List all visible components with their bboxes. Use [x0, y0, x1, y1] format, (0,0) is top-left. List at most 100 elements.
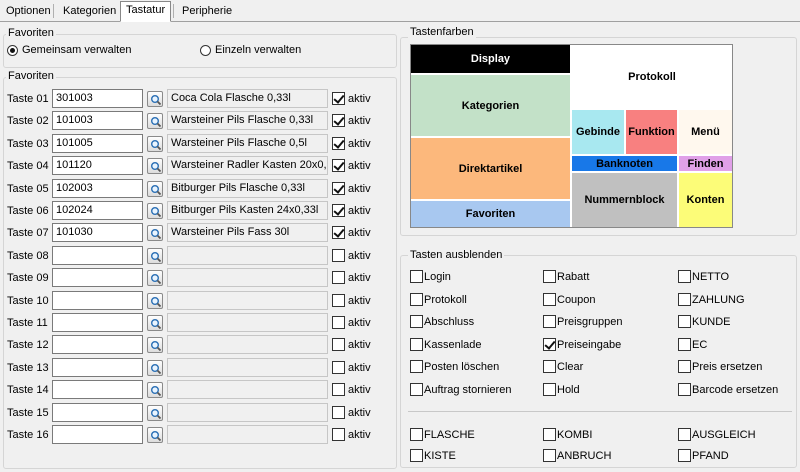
- tab-peripherie[interactable]: Peripherie: [176, 2, 238, 21]
- radio-einzeln-label[interactable]: Einzeln verwalten: [215, 44, 301, 57]
- aktiv-label[interactable]: aktiv: [348, 317, 371, 330]
- aktiv-checkbox[interactable]: [332, 361, 345, 374]
- hide-auftrag-stornieren-label[interactable]: Auftrag stornieren: [424, 384, 511, 397]
- taste-code-input[interactable]: [52, 268, 143, 287]
- aktiv-checkbox[interactable]: [332, 338, 345, 351]
- aktiv-checkbox[interactable]: [332, 294, 345, 307]
- search-button[interactable]: [147, 270, 163, 286]
- hide-barcode-ersetzen-label[interactable]: Barcode ersetzen: [692, 384, 778, 397]
- color-block-favoriten[interactable]: Favoriten: [410, 200, 571, 228]
- radio-gemeinsam-label[interactable]: Gemeinsam verwalten: [22, 44, 131, 57]
- tab-optionen[interactable]: Optionen: [0, 2, 57, 21]
- hide-preis-ersetzen-checkbox[interactable]: [678, 360, 691, 373]
- hide-preisgruppen-checkbox[interactable]: [543, 315, 556, 328]
- taste-code-input[interactable]: [52, 313, 143, 332]
- color-block-nummernblock[interactable]: Nummernblock: [571, 172, 678, 228]
- hide-rabatt-checkbox[interactable]: [543, 270, 556, 283]
- hide-zahlung-checkbox[interactable]: [678, 293, 691, 306]
- aktiv-checkbox[interactable]: [332, 159, 345, 172]
- aktiv-label[interactable]: aktiv: [348, 115, 371, 128]
- taste-code-input[interactable]: [52, 246, 143, 265]
- hide-kombi-checkbox[interactable]: [543, 428, 556, 441]
- hide-ausgleich-label[interactable]: AUSGLEICH: [692, 429, 756, 442]
- hide-zahlung-label[interactable]: ZAHLUNG: [692, 294, 745, 307]
- hide-clear-label[interactable]: Clear: [557, 361, 583, 374]
- hide-login-checkbox[interactable]: [410, 270, 423, 283]
- search-button[interactable]: [147, 181, 163, 197]
- taste-code-input[interactable]: [52, 335, 143, 354]
- hide-login-label[interactable]: Login: [424, 271, 451, 284]
- search-button[interactable]: [147, 158, 163, 174]
- aktiv-checkbox[interactable]: [332, 204, 345, 217]
- hide-coupon-label[interactable]: Coupon: [557, 294, 596, 307]
- aktiv-label[interactable]: aktiv: [348, 407, 371, 420]
- color-block-finden[interactable]: Finden: [678, 155, 733, 172]
- hide-rabatt-label[interactable]: Rabatt: [557, 271, 589, 284]
- hide-preiseingabe-checkbox[interactable]: [543, 338, 556, 351]
- hide-kassenlade-label[interactable]: Kassenlade: [424, 339, 482, 352]
- radio-gemeinsam[interactable]: [7, 45, 18, 56]
- aktiv-label[interactable]: aktiv: [348, 339, 371, 352]
- aktiv-checkbox[interactable]: [332, 383, 345, 396]
- aktiv-checkbox[interactable]: [332, 182, 345, 195]
- search-button[interactable]: [147, 382, 163, 398]
- hide-barcode-ersetzen-checkbox[interactable]: [678, 383, 691, 396]
- taste-code-input[interactable]: 101005: [52, 134, 143, 153]
- color-block-gebinde[interactable]: Gebinde: [571, 109, 625, 155]
- hide-coupon-checkbox[interactable]: [543, 293, 556, 306]
- aktiv-label[interactable]: aktiv: [348, 384, 371, 397]
- taste-code-input[interactable]: [52, 380, 143, 399]
- color-block-protokoll[interactable]: Protokoll: [571, 44, 733, 109]
- hide-kombi-label[interactable]: KOMBI: [557, 429, 592, 442]
- hide-flasche-checkbox[interactable]: [410, 428, 423, 441]
- color-block-direktartikel[interactable]: Direktartikel: [410, 137, 571, 200]
- hide-kiste-label[interactable]: KISTE: [424, 450, 456, 463]
- hide-kunde-label[interactable]: KUNDE: [692, 316, 731, 329]
- color-block-kategorien[interactable]: Kategorien: [410, 74, 571, 137]
- hide-posten-löschen-label[interactable]: Posten löschen: [424, 361, 499, 374]
- taste-code-input[interactable]: 101003: [52, 111, 143, 130]
- hide-netto-checkbox[interactable]: [678, 270, 691, 283]
- color-block-funktion[interactable]: Funktion: [625, 109, 678, 155]
- hide-posten-löschen-checkbox[interactable]: [410, 360, 423, 373]
- search-button[interactable]: [147, 225, 163, 241]
- hide-abschluss-label[interactable]: Abschluss: [424, 316, 474, 329]
- aktiv-checkbox[interactable]: [332, 316, 345, 329]
- hide-kiste-checkbox[interactable]: [410, 449, 423, 462]
- aktiv-checkbox[interactable]: [332, 114, 345, 127]
- search-button[interactable]: [147, 315, 163, 331]
- color-block-banknoten[interactable]: Banknoten: [571, 155, 678, 172]
- aktiv-label[interactable]: aktiv: [348, 227, 371, 240]
- hide-netto-label[interactable]: NETTO: [692, 271, 729, 284]
- search-button[interactable]: [147, 337, 163, 353]
- aktiv-label[interactable]: aktiv: [348, 362, 371, 375]
- aktiv-label[interactable]: aktiv: [348, 205, 371, 218]
- hide-preis-ersetzen-label[interactable]: Preis ersetzen: [692, 361, 762, 374]
- taste-code-input[interactable]: [52, 425, 143, 444]
- aktiv-label[interactable]: aktiv: [348, 138, 371, 151]
- search-button[interactable]: [147, 113, 163, 129]
- aktiv-label[interactable]: aktiv: [348, 272, 371, 285]
- search-button[interactable]: [147, 427, 163, 443]
- hide-pfand-checkbox[interactable]: [678, 449, 691, 462]
- aktiv-label[interactable]: aktiv: [348, 250, 371, 263]
- taste-code-input[interactable]: 301003: [52, 89, 143, 108]
- hide-preiseingabe-label[interactable]: Preiseingabe: [557, 339, 621, 352]
- hide-anbruch-label[interactable]: ANBRUCH: [557, 450, 611, 463]
- search-button[interactable]: [147, 248, 163, 264]
- search-button[interactable]: [147, 293, 163, 309]
- taste-code-input[interactable]: 102003: [52, 179, 143, 198]
- tab-kategorien[interactable]: Kategorien: [57, 2, 122, 21]
- hide-anbruch-checkbox[interactable]: [543, 449, 556, 462]
- aktiv-checkbox[interactable]: [332, 428, 345, 441]
- search-button[interactable]: [147, 136, 163, 152]
- aktiv-checkbox[interactable]: [332, 249, 345, 262]
- hide-hold-checkbox[interactable]: [543, 383, 556, 396]
- aktiv-checkbox[interactable]: [332, 92, 345, 105]
- search-button[interactable]: [147, 91, 163, 107]
- hide-protokoll-label[interactable]: Protokoll: [424, 294, 467, 307]
- taste-code-input[interactable]: 101120: [52, 156, 143, 175]
- aktiv-label[interactable]: aktiv: [348, 429, 371, 442]
- hide-kunde-checkbox[interactable]: [678, 315, 691, 328]
- hide-ec-checkbox[interactable]: [678, 338, 691, 351]
